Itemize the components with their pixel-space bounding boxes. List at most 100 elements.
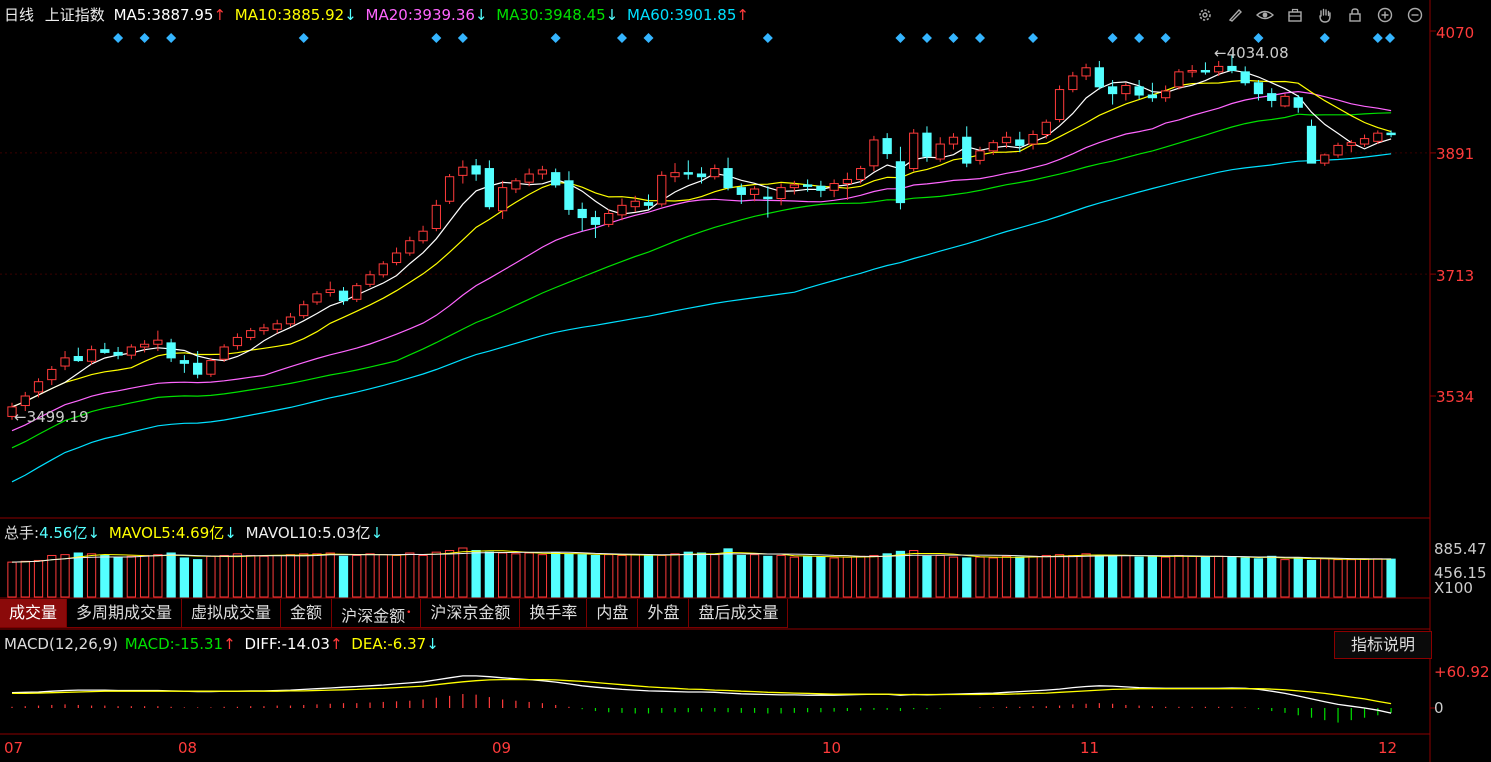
candle-body: [551, 172, 561, 186]
candle-body: [1306, 125, 1317, 164]
period-label[interactable]: 日线: [4, 6, 34, 24]
tab-after-hours-volume[interactable]: 盘后成交量: [689, 599, 789, 628]
tab-sh-sz-amount[interactable]: 沪深金额•: [332, 599, 422, 628]
candle-body: [391, 252, 402, 264]
volume-bar: [988, 557, 998, 598]
volume-bar: [975, 556, 985, 598]
candle-body: [975, 150, 985, 161]
candle-body: [153, 339, 163, 345]
candle-body: [1346, 142, 1356, 146]
volume-bar: [206, 555, 216, 598]
volume-bar: [86, 553, 97, 598]
candle-body: [272, 323, 282, 330]
volume-bar: [1041, 554, 1051, 598]
tab-outer-volume[interactable]: 外盘: [638, 599, 690, 628]
volume-bar: [73, 552, 83, 598]
tab-inner-volume[interactable]: 内盘: [587, 599, 639, 628]
candle-body: [1386, 132, 1396, 136]
tab-amount[interactable]: 金额: [281, 599, 333, 628]
volume-bar: [285, 554, 296, 598]
tab-virtual-volume[interactable]: 虚拟成交量: [182, 599, 282, 628]
lock-icon[interactable]: [1340, 4, 1370, 26]
volume-bar: [365, 553, 375, 598]
candle-body: [816, 185, 826, 191]
candle-body: [232, 336, 243, 347]
ma5-value: 3887.95: [151, 6, 214, 24]
volume-bar: [537, 554, 548, 598]
volume-bar: [20, 560, 30, 598]
high-value: 4034.08: [1226, 44, 1289, 62]
eye-icon[interactable]: [1250, 4, 1280, 26]
candle-body: [511, 180, 521, 190]
volume-bar: [1094, 554, 1104, 598]
volume-bar: [749, 554, 760, 598]
volume-bar: [789, 556, 799, 598]
volume-bar: [1253, 558, 1264, 598]
candle-body: [922, 132, 932, 157]
gear-icon[interactable]: [1190, 4, 1220, 26]
volume-bar: [484, 551, 495, 598]
ma10-label: MA10:: [234, 6, 283, 24]
mavol5-value: 4.69亿: [175, 524, 225, 542]
ma10-arrow: ↓: [344, 6, 357, 24]
ma60-label: MA60:: [627, 6, 675, 24]
volume-bar: [497, 552, 508, 598]
candle-body: [856, 168, 866, 180]
hand-icon[interactable]: [1310, 4, 1340, 26]
candle-body: [365, 274, 375, 285]
candle-body: [630, 200, 640, 208]
pen-icon[interactable]: [1220, 4, 1250, 26]
candle-body: [73, 356, 83, 362]
candle-body: [710, 168, 720, 178]
volume-bar: [723, 548, 733, 598]
candle-body: [736, 187, 746, 195]
ma30-label: MA30:: [496, 6, 544, 24]
volume-bar: [895, 550, 906, 598]
candle-body: [285, 316, 296, 325]
zoom-out-icon[interactable]: [1400, 4, 1430, 26]
ma-legend: 日线 上证指数 MA5:3887.95↑ MA10:3885.92↓ MA20:…: [4, 6, 749, 24]
volume-bar: [1386, 558, 1396, 598]
volume-bar: [1187, 555, 1197, 598]
volume-bar: [1134, 556, 1144, 598]
volume-bar: [710, 554, 720, 598]
volume-bar: [352, 554, 362, 598]
tab-volume[interactable]: 成交量: [0, 599, 68, 628]
zoom-in-icon[interactable]: [1370, 4, 1400, 26]
month-label: 12: [1378, 739, 1398, 757]
volume-bar: [1214, 555, 1224, 598]
tab-turnover[interactable]: 换手率: [520, 599, 588, 628]
volume-bar: [153, 554, 163, 598]
candle-body: [829, 183, 839, 191]
volume-bar: [577, 554, 587, 598]
indicator-explain-button[interactable]: 指标说明: [1334, 631, 1432, 659]
chart-toolbar: [1190, 4, 1430, 26]
briefcase-icon[interactable]: [1280, 4, 1310, 26]
volume-bar: [696, 552, 707, 598]
mavol5-label: MAVOL5:: [108, 524, 176, 542]
volume-bar: [1280, 559, 1290, 598]
candle-body: [484, 168, 495, 208]
candle-body: [299, 304, 309, 317]
candle-body: [1280, 95, 1290, 107]
candle-body: [617, 204, 627, 216]
tab-multi-period-volume[interactable]: 多周期成交量: [67, 599, 183, 628]
volume-bar: [882, 553, 892, 598]
volume-bar: [763, 555, 773, 598]
candle-body: [776, 187, 786, 200]
volume-bar: [338, 555, 349, 598]
tab-sh-sz-bj-amount[interactable]: 沪深京金额: [421, 599, 521, 628]
volume-bar: [962, 557, 972, 598]
volume-bar: [431, 551, 441, 598]
volume-bar: [259, 555, 269, 598]
kline-terminal: 日线 上证指数 MA5:3887.95↑ MA10:3885.92↓ MA20:…: [0, 0, 1491, 762]
ma30-arrow: ↓: [605, 6, 619, 24]
total-volume-value: 4.56亿: [39, 524, 88, 542]
ma30-value: 3948.45: [543, 6, 606, 24]
candle-body: [842, 178, 853, 185]
new-badge: •: [406, 608, 412, 618]
index-name: 上证指数: [44, 6, 105, 24]
candle-body: [378, 263, 388, 276]
candle-body: [1081, 67, 1091, 77]
volume-bar: [325, 552, 335, 598]
